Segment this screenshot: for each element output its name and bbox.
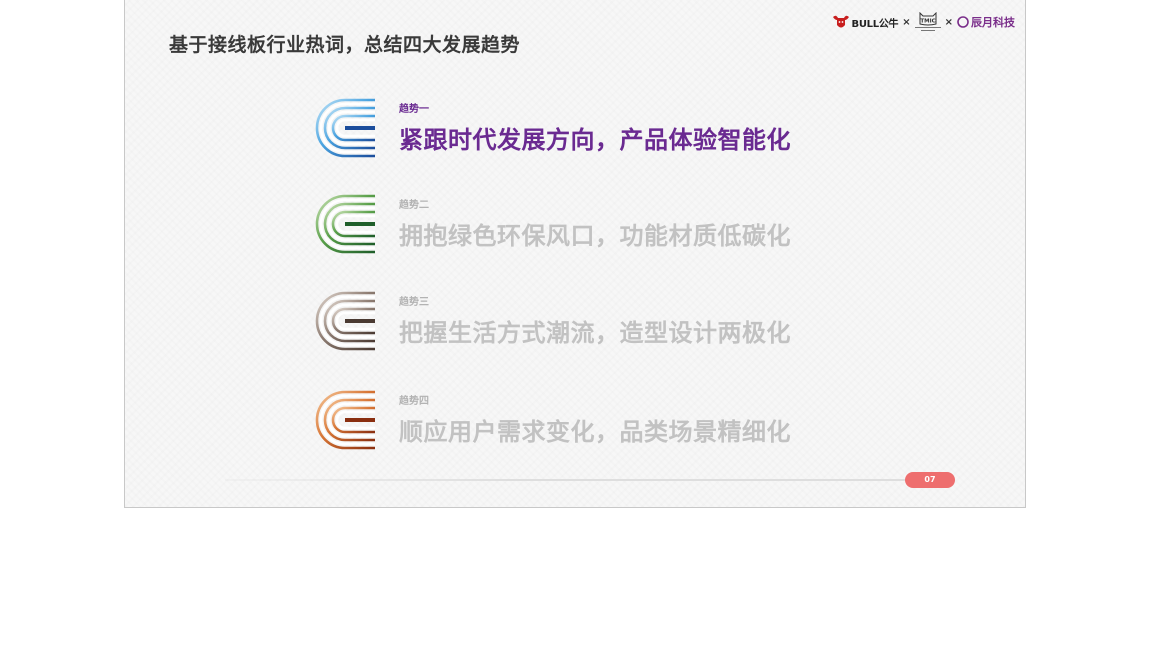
stripe-bar	[345, 319, 375, 323]
tmic-logo: TMIC	[914, 12, 941, 32]
trend-item-3: 趋势三 把握生活方式潮流，造型设计两极化	[315, 289, 835, 353]
footer-divider	[225, 479, 955, 481]
trend-item-1: 趋势一 紧跟时代发展方向，产品体验智能化	[315, 96, 835, 160]
orange-stripes-icon	[315, 390, 375, 450]
trend-text: 紧跟时代发展方向，产品体验智能化	[399, 126, 791, 154]
chenyue-moon-icon	[957, 16, 969, 28]
trend-text: 把握生活方式潮流，造型设计两极化	[399, 319, 791, 347]
bull-logo-text: BULL公牛	[851, 18, 899, 30]
blue-stripes-icon	[315, 98, 375, 158]
brand-bar: BULL公牛 × TMIC × 辰月科技	[832, 11, 1015, 33]
tmic-cat-icon: TMIC	[919, 12, 937, 26]
brand-separator: ×	[944, 16, 953, 28]
trend-label: 趋势三	[399, 297, 429, 308]
trend-item-2: 趋势二 拥抱绿色环保风口，功能材质低碳化	[315, 192, 835, 256]
stripe-bar	[345, 126, 375, 130]
page: 基于接线板行业热词，总结四大发展趋势 BULL公牛 × TMIC × 辰月科技 …	[0, 0, 1153, 650]
trend-item-4: 趋势四 顺应用户需求变化，品类场景精细化	[315, 388, 835, 452]
chenyue-logo: 辰月科技	[957, 14, 1015, 30]
bull-logo: BULL公牛	[832, 14, 899, 30]
trend-label: 趋势四	[399, 396, 429, 407]
brand-separator: ×	[902, 16, 911, 28]
brown-stripes-icon	[315, 291, 375, 351]
chenyue-logo-text: 辰月科技	[971, 16, 1015, 29]
slide: 基于接线板行业热词，总结四大发展趋势 BULL公牛 × TMIC × 辰月科技 …	[124, 0, 1026, 508]
green-stripes-icon	[315, 194, 375, 254]
trend-text: 拥抱绿色环保风口，功能材质低碳化	[399, 222, 791, 250]
stripe-bar	[345, 418, 375, 422]
slide-title: 基于接线板行业热词，总结四大发展趋势	[169, 34, 521, 56]
trend-text: 顺应用户需求变化，品类场景精细化	[399, 418, 791, 446]
trend-label: 趋势二	[399, 200, 429, 211]
bull-head-icon	[832, 15, 849, 28]
trend-label: 趋势一	[399, 104, 429, 115]
page-number-badge: 07	[905, 472, 955, 488]
tmic-text: TMIC	[920, 19, 935, 25]
tmic-subtitle-icon	[914, 27, 941, 31]
stripe-bar	[345, 222, 375, 226]
